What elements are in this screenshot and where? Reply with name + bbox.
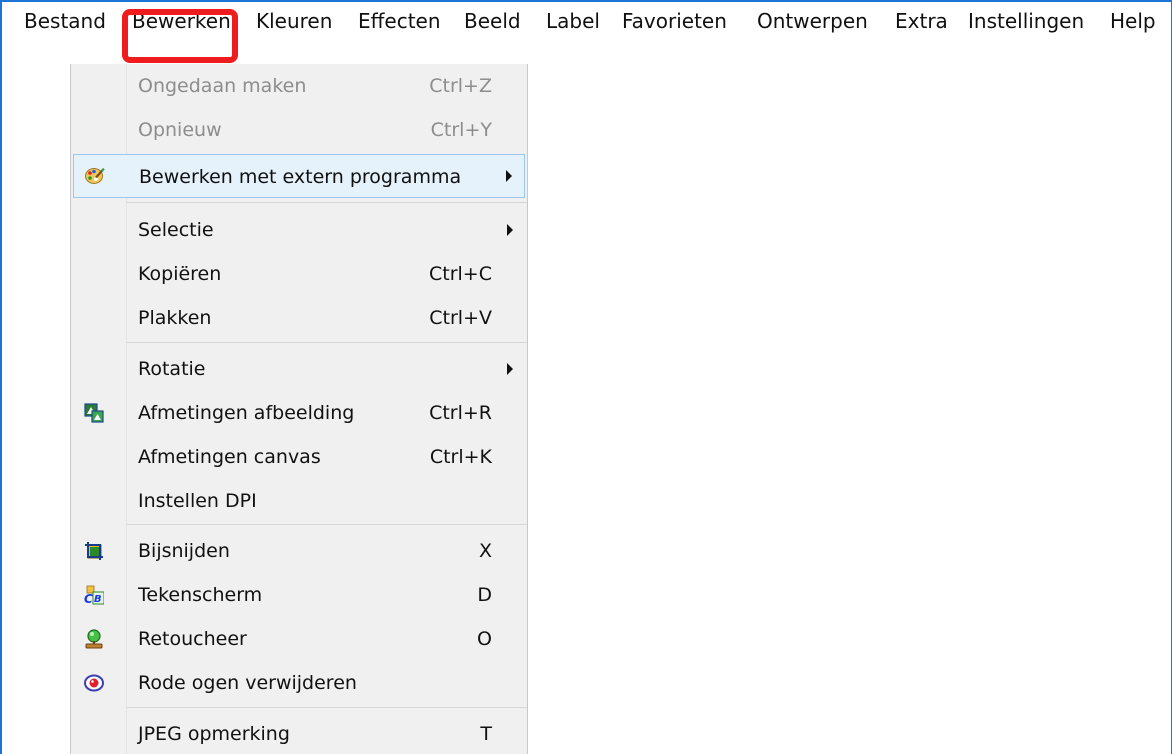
retouch-icon [84,629,104,649]
menu-beeld[interactable]: Beeld [464,2,521,40]
menu-separator [127,342,527,343]
menu-item-label: Afmetingen canvas [138,446,321,468]
menu-help[interactable]: Help [1110,2,1156,40]
menu-item-label: Kopiëren [138,263,222,285]
menu-item-ongedaan-maken[interactable]: Ongedaan maken Ctrl+Z [71,64,527,108]
app-window: Bestand Bewerken Kleuren Effecten Beeld … [0,0,1172,754]
menu-item-opnieuw[interactable]: Opnieuw Ctrl+Y [71,108,527,152]
menu-ontwerpen[interactable]: Ontwerpen [757,2,868,40]
menu-bar: Bestand Bewerken Kleuren Effecten Beeld … [2,2,1171,40]
menu-item-label: Tekenscherm [138,584,263,606]
menu-item-plakken[interactable]: Plakken Ctrl+V [71,296,527,340]
menu-item-label: JPEG opmerking [138,723,290,745]
menu-item-afmetingen-afbeelding[interactable]: Afmetingen afbeelding Ctrl+R [71,391,527,435]
menu-item-shortcut: O [477,628,492,650]
menu-separator [127,524,527,525]
menu-item-label: Ongedaan maken [138,75,307,97]
bewerken-dropdown-menu: Ongedaan maken Ctrl+Z Opnieuw Ctrl+Y Bew… [70,64,528,754]
menu-extra[interactable]: Extra [895,2,948,40]
menu-item-label: Instellen DPI [138,490,257,512]
menu-item-retoucheer[interactable]: Retoucheer O [71,617,527,661]
menu-kleuren[interactable]: Kleuren [256,2,332,40]
menu-item-bijsnijden[interactable]: Bijsnijden X [71,529,527,573]
menu-item-label: Rode ogen verwijderen [138,672,357,694]
menu-item-shortcut: Ctrl+C [429,263,492,285]
menu-item-label: Afmetingen afbeelding [138,402,355,424]
menu-item-shortcut: D [477,584,492,606]
menu-item-instellen-dpi[interactable]: Instellen DPI [71,479,527,523]
menu-separator [127,202,527,203]
svg-text:C: C [84,592,93,605]
menu-item-rotatie[interactable]: Rotatie [71,347,527,391]
menu-item-shortcut: Ctrl+Z [429,75,492,97]
menu-item-label: Retoucheer [138,628,247,650]
menu-item-label: Bijsnijden [138,540,230,562]
menu-bewerken[interactable]: Bewerken [132,2,231,40]
menu-item-shortcut: T [480,723,492,745]
submenu-arrow-icon [506,170,512,182]
menu-item-shortcut: Ctrl+Y [430,119,492,141]
menu-item-selectie[interactable]: Selectie [71,208,527,252]
menu-item-shortcut: Ctrl+K [429,446,492,468]
menu-item-jpeg-opmerking[interactable]: JPEG opmerking T [71,712,527,754]
menu-item-label: Bewerken met extern programma [139,166,462,188]
submenu-arrow-icon [507,224,513,236]
menu-item-bewerken-met-extern-programma[interactable]: Bewerken met extern programma [73,154,525,198]
palette-icon [85,166,105,186]
menu-label[interactable]: Label [546,2,600,40]
menu-item-shortcut: Ctrl+V [429,307,492,329]
menu-item-label: Selectie [138,219,214,241]
menu-item-label: Rotatie [138,358,206,380]
svg-text:B: B [94,594,102,605]
menu-item-shortcut: Ctrl+R [429,402,492,424]
submenu-arrow-icon [507,363,513,375]
menu-bestand[interactable]: Bestand [24,2,106,40]
menu-favorieten[interactable]: Favorieten [622,2,727,40]
menu-instellingen[interactable]: Instellingen [968,2,1084,40]
menu-item-label: Plakken [138,307,212,329]
menu-item-label: Opnieuw [138,119,222,141]
resize-image-icon [84,403,104,423]
draw-panel-icon: C B [84,585,105,606]
menu-item-rode-ogen-verwijderen[interactable]: Rode ogen verwijderen [71,661,527,705]
menu-item-tekenscherm[interactable]: C B Tekenscherm D [71,573,527,617]
menu-separator [127,707,527,708]
menu-item-shortcut: X [478,540,492,562]
menu-effecten[interactable]: Effecten [358,2,441,40]
menu-item-kopieren[interactable]: Kopiëren Ctrl+C [71,252,527,296]
crop-icon [84,541,104,561]
menu-item-afmetingen-canvas[interactable]: Afmetingen canvas Ctrl+K [71,435,527,479]
red-eye-icon [84,673,104,693]
